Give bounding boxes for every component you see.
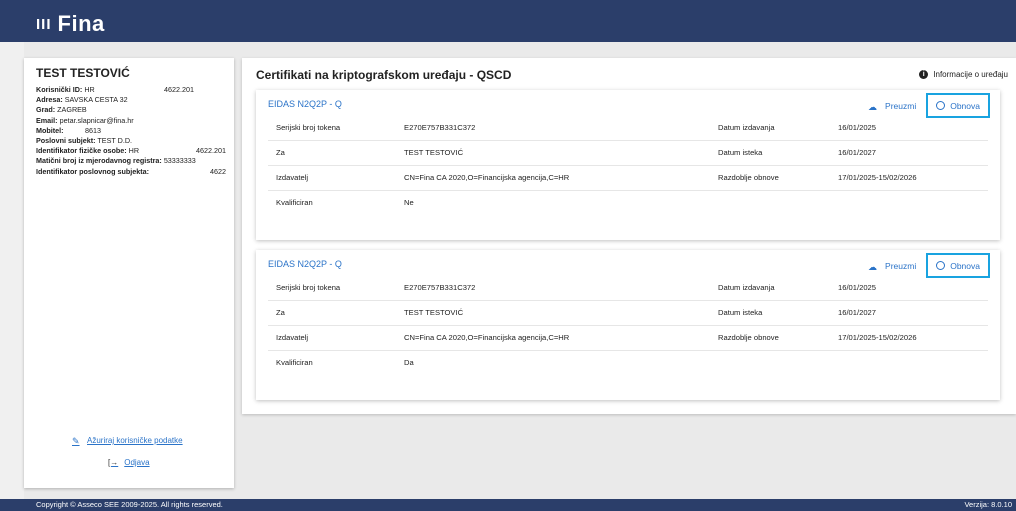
cloud-download-icon: ☁ <box>868 101 878 112</box>
download-button[interactable]: ☁ Preuzmi <box>868 100 917 112</box>
field-label: Razdoblje obnove <box>718 173 779 182</box>
version-text: Verzija: 8.0.10 <box>964 500 1012 509</box>
certificate-card: EIDAS N2Q2P - Q ☁ Preuzmi Obnova Serijsk… <box>256 250 1000 400</box>
user-details: Korisnički ID: HR 4622.201 Adresa: SAVSKA… <box>36 85 226 177</box>
field-label: Datum izdavanja <box>718 283 775 292</box>
field-label: Za <box>276 148 285 157</box>
field-label: Izdavatelj <box>276 173 309 182</box>
logo-text: Fina <box>57 11 105 36</box>
field-label: Datum izdavanja <box>718 123 775 132</box>
field-value: 17/01/2025-15/02/2026 <box>838 333 917 342</box>
field-label: Serijski broj tokena <box>276 123 341 132</box>
field-value: 16/01/2027 <box>838 148 877 157</box>
field-value: 16/01/2027 <box>838 308 877 317</box>
certificate-row: Serijski broj tokena E270E757B331C372 Da… <box>268 115 988 141</box>
certificate-row: Za TEST TESTOVIĆ Datum isteka 16/01/2027 <box>268 300 988 326</box>
edit-user-data-link[interactable]: ✎ Ažuriraj korisničke podatke <box>72 436 183 446</box>
device-info-label: Informacije o uređaju <box>933 70 1008 79</box>
field-value: Da <box>404 358 414 367</box>
clock-icon <box>936 101 946 110</box>
certificate-row: Izdavatelj CN=Fina CA 2020,O=Financijska… <box>268 325 988 351</box>
field-value: TEST TESTOVIĆ <box>404 148 464 157</box>
cloud-download-icon: ☁ <box>868 261 878 272</box>
user-sidebar: TEST TESTOVIĆ Korisnički ID: HR 4622.201 … <box>24 58 234 488</box>
certificate-row: Za TEST TESTOVIĆ Datum isteka 16/01/2027 <box>268 140 988 166</box>
field-value: CN=Fina CA 2020,O=Financijska agencija,C… <box>404 333 570 342</box>
certificate-name[interactable]: EIDAS N2Q2P - Q <box>268 259 342 269</box>
download-button[interactable]: ☁ Preuzmi <box>868 260 917 272</box>
field-value: 16/01/2025 <box>838 283 877 292</box>
edit-user-data-label: Ažuriraj korisničke podatke <box>87 436 183 445</box>
certificate-row: Kvalificiran Ne <box>268 190 988 215</box>
certificate-row: Serijski broj tokena E270E757B331C372 Da… <box>268 275 988 301</box>
download-label: Preuzmi <box>885 260 917 271</box>
field-value: Ne <box>404 198 414 207</box>
field-label: Datum isteka <box>718 148 763 157</box>
field-label: Razdoblje obnove <box>718 333 779 342</box>
field-label: Serijski broj tokena <box>276 283 341 292</box>
field-value: E270E757B331C372 <box>404 123 476 132</box>
footer: Copyright © Asseco SEE 2009-2025. All ri… <box>0 499 1016 511</box>
certificate-row: Izdavatelj CN=Fina CA 2020,O=Financijska… <box>268 165 988 191</box>
field-label: Za <box>276 308 285 317</box>
field-value: E270E757B331C372 <box>404 283 476 292</box>
logout-link[interactable]: [→ Odjava <box>108 458 150 467</box>
download-label: Preuzmi <box>885 100 917 111</box>
field-label: Datum isteka <box>718 308 763 317</box>
user-name: TEST TESTOVIĆ <box>36 66 130 80</box>
field-value: 16/01/2025 <box>838 123 877 132</box>
field-label: Kvalificiran <box>276 358 313 367</box>
certificate-name[interactable]: EIDAS N2Q2P - Q <box>268 99 342 109</box>
clock-icon <box>936 261 946 270</box>
field-label: Izdavatelj <box>276 333 309 342</box>
field-value: TEST TESTOVIĆ <box>404 308 464 317</box>
certificate-card: EIDAS N2Q2P - Q ☁ Preuzmi Obnova Serijsk… <box>256 90 1000 240</box>
user-detail-business-id: Identifikator poslovnog subjekta: 4622 <box>36 166 226 176</box>
field-value: 17/01/2025-15/02/2026 <box>838 173 917 182</box>
copyright-text: Copyright © Asseco SEE 2009-2025. All ri… <box>36 500 223 509</box>
field-label: Kvalificiran <box>276 198 313 207</box>
info-icon: i <box>919 70 929 79</box>
user-detail-city: Grad: ZAGREB <box>36 105 87 115</box>
pencil-icon: ✎ <box>72 436 80 446</box>
fina-logo[interactable]: III Fina <box>36 11 105 37</box>
renew-label: Obnova <box>950 100 980 111</box>
renew-label: Obnova <box>950 260 980 271</box>
page-title: Certifikati na kriptografskom uređaju - … <box>256 68 512 82</box>
logout-label: Odjava <box>124 458 150 467</box>
user-detail-person-id: Identifikator fizičke osobe: HR 4622.201 <box>36 146 226 156</box>
logout-icon: [→ <box>108 458 119 467</box>
field-value: CN=Fina CA 2020,O=Financijska agencija,C… <box>404 173 570 182</box>
certificates-panel: Certifikati na kriptografskom uređaju - … <box>242 58 1016 414</box>
user-detail-email: Email: petar.slapnicar@fina.hr <box>36 115 134 125</box>
user-detail-registry-number: Matični broj iz mjerodavnog registra: 53… <box>36 156 196 166</box>
device-info-link[interactable]: i Informacije o uređaju <box>919 70 1008 79</box>
user-detail-user-id: Korisnički ID: HR 4622.201 <box>36 85 194 94</box>
certificate-row: Kvalificiran Da <box>268 350 988 375</box>
top-bar: III Fina <box>0 0 1016 42</box>
user-detail-address: Adresa: SAVSKA CESTA 32 <box>36 95 128 105</box>
logo-bars: III <box>36 15 52 33</box>
user-detail-business-subject: Poslovni subjekt: TEST D.D. <box>36 136 133 146</box>
user-detail-mobile: Mobitel: 8613 <box>36 125 101 135</box>
